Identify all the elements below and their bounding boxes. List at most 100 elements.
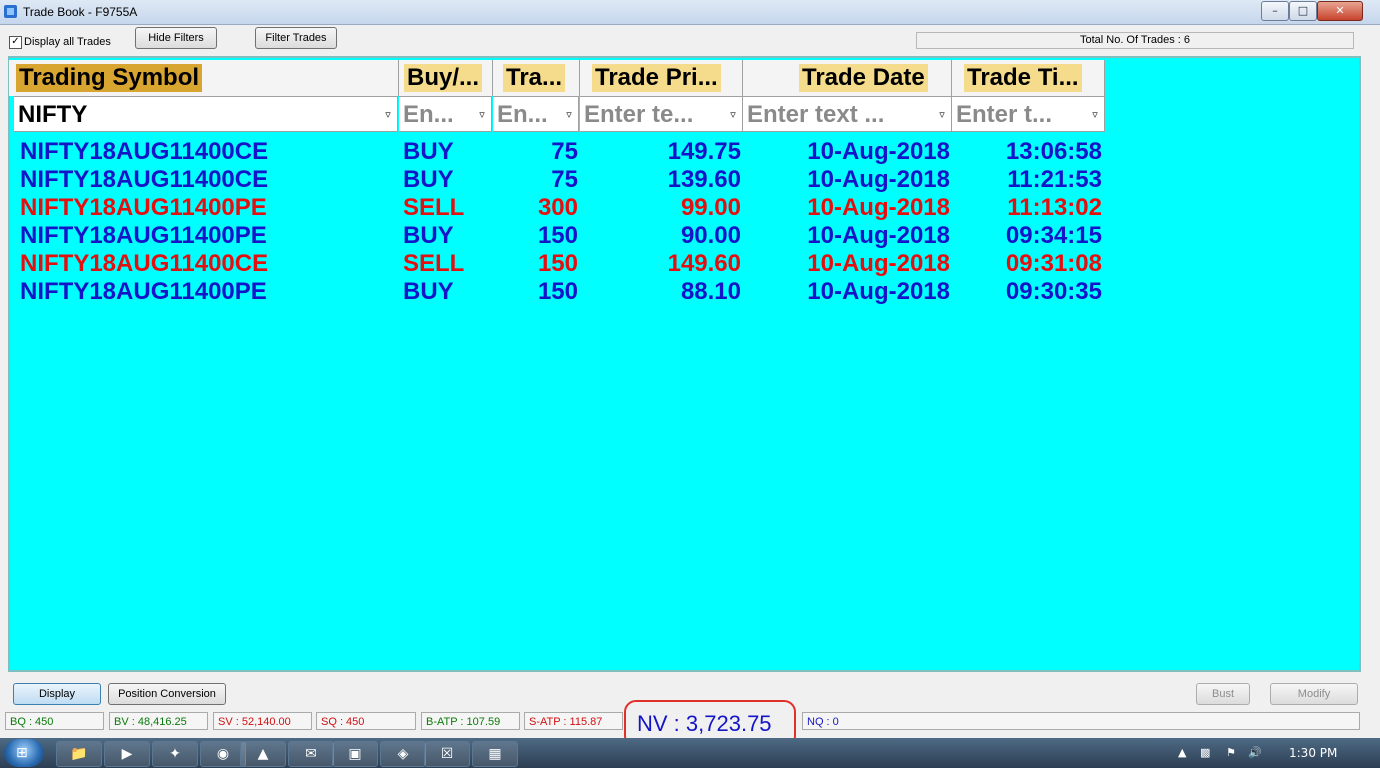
column-header-label: Trade Ti... (964, 64, 1082, 92)
tray-arrow-icon[interactable]: ▲ (1178, 746, 1186, 759)
taskbar-trading-app-icon[interactable]: ◈ (380, 741, 426, 767)
cell-trade-qty: 150 (537, 250, 578, 277)
cell-trade-qty: 150 (537, 222, 578, 249)
display-all-checkbox[interactable]: ✓ (9, 36, 22, 49)
cell-buy-sell: BUY (403, 166, 454, 193)
display-all-label: Display all Trades (24, 36, 111, 48)
status-batp: B-ATP : 107.59 (421, 712, 520, 730)
minimize-button[interactable]: – (1261, 1, 1289, 21)
cell-trade-date: 10-Aug-2018 (807, 194, 950, 221)
column-header-trade-time[interactable]: Trade Ti... (952, 60, 1105, 96)
cell-trade-qty: 75 (551, 166, 578, 193)
status-sq: SQ : 450 (316, 712, 416, 730)
filter-funnel-icon[interactable]: ▿ (563, 109, 575, 121)
filter-trade-price[interactable]: Enter te... ▿ (580, 96, 743, 132)
filter-funnel-icon[interactable]: ▿ (727, 109, 739, 121)
filter-trade-qty[interactable]: En... ▿ (493, 96, 579, 132)
cell-trade-date: 10-Aug-2018 (807, 138, 950, 165)
status-bv: BV : 48,416.25 (109, 712, 208, 730)
taskbar-app-icon-2[interactable]: ▲ (240, 741, 286, 767)
filter-trade-time[interactable]: Enter t... ▿ (952, 96, 1105, 132)
filter-funnel-icon[interactable]: ▿ (936, 109, 948, 121)
cell-trade-time: 11:21:53 (1007, 166, 1102, 193)
cell-trade-price: 149.75 (667, 138, 741, 165)
app-icon (4, 5, 17, 18)
taskbar-window-icon[interactable]: ▣ (332, 741, 378, 767)
cell-trading-symbol: NIFTY18AUG11400CE (20, 250, 269, 277)
close-button[interactable]: ✕ (1317, 1, 1363, 21)
position-conversion-button[interactable]: Position Conversion (108, 683, 226, 705)
volume-icon[interactable]: 🔊 (1248, 746, 1262, 759)
column-header-trade-qty[interactable]: Tra... (493, 60, 580, 96)
column-header-buy-sell[interactable]: Buy/... (399, 60, 493, 96)
modify-button[interactable]: Modify (1270, 683, 1358, 705)
bust-button[interactable]: Bust (1196, 683, 1250, 705)
cell-trade-qty: 75 (551, 138, 578, 165)
cell-trade-price: 88.10 (680, 278, 741, 305)
status-nq: NQ : 0 (802, 712, 1360, 730)
column-header-label: Trade Date (799, 64, 928, 92)
column-header-trade-date[interactable]: Trade Date (743, 60, 952, 96)
filter-placeholder[interactable]: Enter te... (584, 100, 693, 130)
cell-trading-symbol: NIFTY18AUG11400PE (20, 194, 267, 221)
total-trades-count: Total No. Of Trades : 6 (916, 32, 1354, 49)
taskbar-app-icon[interactable]: ✦ (152, 741, 198, 767)
signal-icon[interactable]: ▩ (1200, 746, 1210, 759)
cell-trade-time: 09:31:08 (1005, 250, 1102, 277)
table-row[interactable]: NIFTY18AUG11400CE BUY 75 139.60 10-Aug-2018 1… (9, 166, 1109, 194)
window-title: Trade Book - F9755A (23, 5, 138, 19)
cell-buy-sell: SELL (403, 194, 465, 221)
filter-trading-symbol[interactable]: NIFTY ▿ (14, 96, 398, 132)
taskbar-mail-icon[interactable]: ✉ (288, 741, 334, 767)
filter-value[interactable]: NIFTY (18, 100, 87, 130)
maximize-button[interactable]: □ (1289, 1, 1317, 21)
clock[interactable]: 1:30 PM (1289, 746, 1337, 760)
taskbar-excel-icon[interactable]: ☒ (424, 741, 470, 767)
filter-placeholder[interactable]: En... (403, 100, 454, 130)
column-header-label: Trade Pri... (592, 64, 721, 92)
table-row[interactable]: NIFTY18AUG11400PE BUY 150 88.10 10-Aug-2018 0… (9, 278, 1109, 306)
flag-icon[interactable]: ⚑ (1226, 746, 1236, 759)
cell-trade-time: 11:13:02 (1007, 194, 1102, 221)
column-header-trade-price[interactable]: Trade Pri... (580, 60, 743, 96)
cell-trading-symbol: NIFTY18AUG11400CE (20, 138, 269, 165)
column-header-trading-symbol[interactable]: Trading Symbol (9, 60, 399, 96)
table-row[interactable]: NIFTY18AUG11400CE SELL 150 149.60 10-Aug-201… (9, 250, 1109, 278)
cell-trade-date: 10-Aug-2018 (807, 166, 950, 193)
filter-trades-button[interactable]: Filter Trades (255, 27, 337, 49)
filter-buy-sell[interactable]: En... ▿ (399, 96, 492, 132)
cell-trade-date: 10-Aug-2018 (807, 222, 950, 249)
filter-funnel-icon[interactable]: ▿ (1089, 109, 1101, 121)
status-sv: SV : 52,140.00 (213, 712, 312, 730)
start-button[interactable]: ⊞ (4, 739, 44, 767)
title-bar: Trade Book - F9755A – □ ✕ (0, 0, 1380, 25)
cell-trade-qty: 300 (537, 194, 578, 221)
cell-trade-time: 09:30:35 (1005, 278, 1102, 305)
cell-trade-price: 139.60 (667, 166, 741, 193)
cell-trade-price: 149.60 (667, 250, 741, 277)
filter-placeholder[interactable]: En... (497, 100, 548, 130)
cell-trading-symbol: NIFTY18AUG11400PE (20, 278, 267, 305)
filter-funnel-icon[interactable]: ▿ (382, 109, 394, 121)
taskbar-explorer-icon[interactable]: 📁 (56, 741, 102, 767)
cell-buy-sell: BUY (403, 278, 454, 305)
filter-funnel-icon[interactable]: ▿ (476, 109, 488, 121)
display-button[interactable]: Display (13, 683, 101, 705)
filter-placeholder[interactable]: Enter text ... (747, 100, 884, 130)
table-row[interactable]: NIFTY18AUG11400PE SELL 300 99.00 10-Aug-2018… (9, 194, 1109, 222)
column-header-label: Buy/... (404, 64, 483, 92)
status-nv: NV : 3,723.75 (637, 711, 772, 736)
status-satp: S-ATP : 115.87 (524, 712, 623, 730)
hide-filters-button[interactable]: Hide Filters (135, 27, 217, 49)
taskbar-calculator-icon[interactable]: ▦ (472, 741, 518, 767)
cell-trade-time: 09:34:15 (1005, 222, 1102, 249)
column-header-label: Tra... (503, 64, 566, 92)
cell-trade-date: 10-Aug-2018 (807, 250, 950, 277)
taskbar-media-player-icon[interactable]: ▶ (104, 741, 150, 767)
filter-placeholder[interactable]: Enter t... (956, 100, 1052, 130)
filter-trade-date[interactable]: Enter text ... ▿ (743, 96, 952, 132)
windows-logo-icon: ⊞ (16, 745, 28, 761)
table-row[interactable]: NIFTY18AUG11400PE BUY 150 90.00 10-Aug-2018 0… (9, 222, 1109, 250)
table-row[interactable]: NIFTY18AUG11400CE BUY 75 149.75 10-Aug-2018 1… (9, 138, 1109, 166)
cell-trading-symbol: NIFTY18AUG11400PE (20, 222, 267, 249)
